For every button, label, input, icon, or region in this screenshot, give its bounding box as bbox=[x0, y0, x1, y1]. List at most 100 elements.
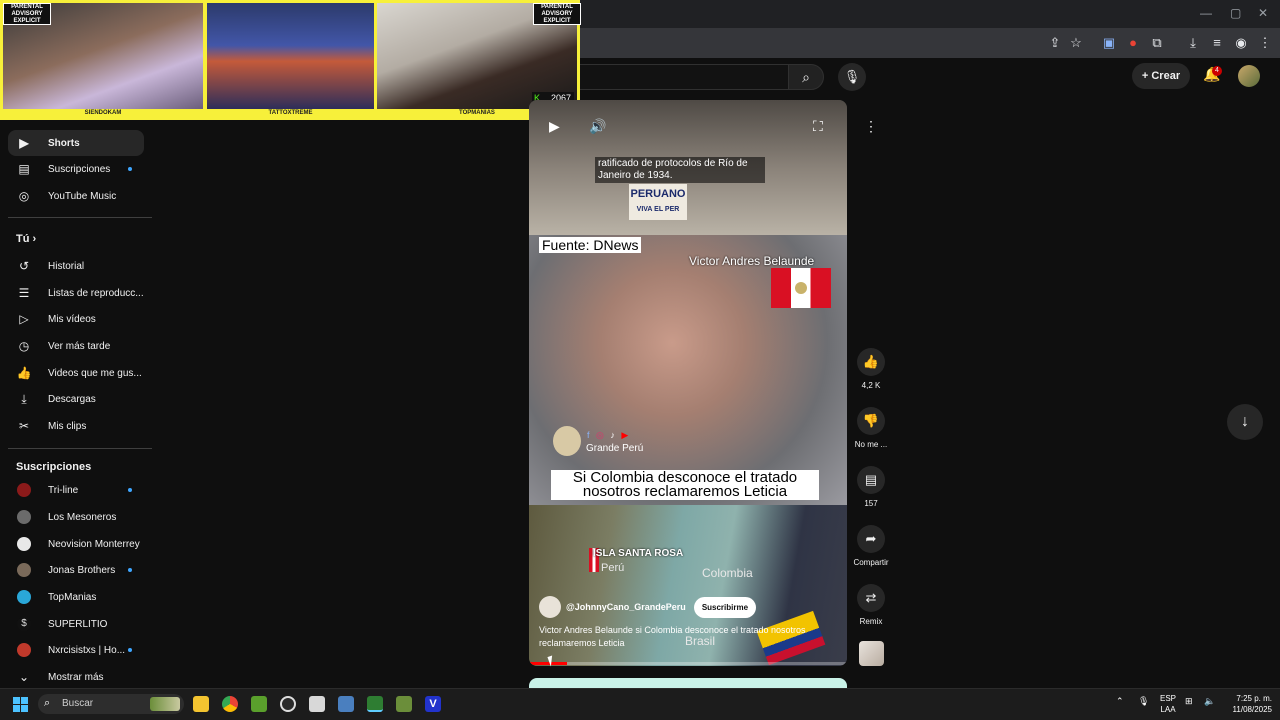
chevron-down-icon: ⌄ bbox=[18, 670, 30, 684]
history-icon: ↺ bbox=[18, 259, 30, 273]
sidebar: ▶ Shorts ▤ Suscripciones ◎ YouTube Music… bbox=[0, 120, 152, 688]
create-label: Crear bbox=[1151, 70, 1181, 82]
extension-record-icon[interactable]: ● bbox=[1124, 34, 1142, 52]
extensions-icon[interactable]: ⧉ bbox=[1148, 34, 1166, 52]
chrome-icon[interactable] bbox=[222, 696, 238, 712]
sidebar-item-label: Descargas bbox=[48, 393, 96, 405]
channel-row: @JohnnyCano_GrandePeru Suscribirme bbox=[539, 596, 757, 618]
sidebar-item-history[interactable]: ↺ Historial bbox=[8, 253, 144, 279]
sidebar-item-shorts[interactable]: ▶ Shorts bbox=[8, 130, 144, 156]
speaker-icon[interactable]: 🔈 bbox=[1204, 696, 1215, 707]
sidebar-item-youtube-music[interactable]: ◎ YouTube Music bbox=[8, 183, 144, 209]
more-options-icon[interactable]: ⋮ bbox=[860, 115, 882, 137]
sidebar-sub-neovision[interactable]: Neovision Monterrey bbox=[8, 531, 144, 557]
download-icon[interactable]: ⤓ bbox=[1184, 34, 1202, 52]
language-indicator[interactable]: ESP LAA bbox=[1160, 693, 1176, 715]
tray-chevron-up-icon[interactable]: ⌃ bbox=[1116, 696, 1124, 707]
network-icon[interactable]: ⊞ bbox=[1185, 696, 1193, 707]
profile-icon[interactable]: ◉ bbox=[1232, 34, 1250, 52]
sidebar-sub-nxrcisistxs[interactable]: Nxrcisistxs | Ho... bbox=[8, 637, 144, 663]
minecraft-icon[interactable] bbox=[251, 696, 267, 712]
sidebar-sub-superlitio[interactable]: $ SUPERLITIO bbox=[8, 611, 144, 637]
install-app-icon[interactable]: ⇪ bbox=[1046, 34, 1064, 52]
sidebar-divider bbox=[8, 217, 152, 218]
sidebar-item-label: Suscripciones bbox=[48, 163, 111, 175]
new-content-dot bbox=[128, 568, 132, 572]
sidebar-item-label: Shorts bbox=[48, 137, 80, 149]
channel-avatar[interactable] bbox=[539, 596, 561, 618]
sidebar-item-label: Ver más tarde bbox=[48, 340, 111, 352]
show-more-button[interactable]: ⌄ Mostrar más bbox=[8, 664, 144, 690]
microphone-icon[interactable]: 🎙 bbox=[1138, 696, 1149, 707]
sidebar-item-label: SUPERLITIO bbox=[48, 618, 108, 630]
next-video-button[interactable]: ↓ bbox=[1227, 404, 1263, 440]
sidebar-sub-los-mesoneros[interactable]: Los Mesoneros bbox=[8, 504, 144, 530]
sidebar-item-label: Historial bbox=[48, 260, 85, 272]
new-content-dot bbox=[128, 648, 132, 652]
subscribe-button[interactable]: Suscribirme bbox=[693, 596, 757, 618]
sound-thumbnail[interactable] bbox=[859, 641, 884, 666]
sidebar-item-clips[interactable]: ✂ Mis clips bbox=[8, 413, 144, 439]
sidebar-item-downloads[interactable]: ⤓ Descargas bbox=[8, 386, 144, 412]
remix-icon: ⇄ bbox=[857, 584, 885, 612]
shorts-video-player[interactable]: PERUANO VIVA EL PER ratificado de protoco… bbox=[529, 100, 847, 666]
parental-advisory-logo: PARENTAL ADVISORY EXPLICIT bbox=[533, 3, 581, 25]
comments-button[interactable]: ▤ 157 bbox=[851, 466, 891, 508]
sidebar-item-label: Videos que me gus... bbox=[48, 367, 142, 379]
close-icon[interactable]: ✕ bbox=[1258, 6, 1268, 20]
search-button[interactable]: ⌕ bbox=[788, 64, 824, 90]
search-input[interactable] bbox=[560, 64, 788, 90]
video-caption: ratificado de protocolos de Río de Janei… bbox=[595, 157, 765, 183]
app-g-icon[interactable] bbox=[280, 696, 296, 712]
channel-avatar bbox=[17, 510, 31, 524]
bookmark-star-icon[interactable]: ☆ bbox=[1067, 34, 1085, 52]
share-label: Compartir bbox=[853, 558, 889, 567]
share-button[interactable]: ➦ Compartir bbox=[851, 525, 891, 567]
progress-bar[interactable] bbox=[529, 662, 847, 665]
calculator-icon[interactable] bbox=[338, 696, 354, 712]
file-explorer-icon[interactable] bbox=[193, 696, 209, 712]
sidebar-item-subscriptions[interactable]: ▤ Suscripciones bbox=[8, 156, 144, 182]
brand-name: Grande Perú bbox=[586, 443, 644, 454]
create-button[interactable]: + Crear bbox=[1132, 63, 1190, 89]
play-icon[interactable]: ▶ bbox=[549, 118, 560, 135]
app-game-icon[interactable] bbox=[396, 696, 412, 712]
volume-icon[interactable]: 🔊 bbox=[589, 118, 606, 135]
media-control-icon[interactable]: ≡ bbox=[1208, 34, 1226, 52]
protest-sign: PERUANO VIVA EL PER bbox=[629, 184, 687, 220]
sidebar-item-watch-later[interactable]: ◷ Ver más tarde bbox=[8, 333, 144, 359]
app-v-icon[interactable]: V bbox=[425, 696, 441, 712]
account-avatar[interactable] bbox=[1238, 65, 1260, 87]
app-document-icon[interactable] bbox=[309, 696, 325, 712]
maximize-icon[interactable]: ▢ bbox=[1230, 6, 1241, 20]
shorts-icon: ▶ bbox=[19, 136, 29, 150]
map-label-peru: Perú bbox=[601, 562, 625, 574]
sidebar-item-my-videos[interactable]: ▷ Mis vídeos bbox=[8, 306, 144, 332]
system-clock[interactable]: 7:25 p. m. 11/08/2025 bbox=[1222, 693, 1272, 715]
next-short-preview[interactable] bbox=[529, 678, 847, 688]
channel-avatar bbox=[17, 643, 31, 657]
sidebar-item-liked-videos[interactable]: 👍 Videos que me gus... bbox=[8, 360, 144, 386]
channel-avatar bbox=[17, 590, 31, 604]
minimize-icon[interactable]: — bbox=[1200, 6, 1212, 20]
video-title[interactable]: Victor Andres Belaunde si Colombia desco… bbox=[539, 624, 839, 650]
sidebar-sub-tri-line[interactable]: Tri-line bbox=[8, 477, 144, 503]
sidebar-item-label: Tri-line bbox=[48, 484, 79, 496]
app-media-icon[interactable] bbox=[367, 696, 383, 712]
fullscreen-icon[interactable]: ⛶ bbox=[813, 118, 823, 135]
dislike-button[interactable]: 👎 No me ... bbox=[851, 407, 891, 449]
sidebar-sub-jonas-brothers[interactable]: Jonas Brothers bbox=[8, 557, 144, 583]
arrow-down-icon: ↓ bbox=[1241, 413, 1249, 430]
voice-search-button[interactable]: 🎙 bbox=[838, 63, 866, 91]
headline-banner: Si Colombia desconoce el tratado nosotro… bbox=[551, 470, 819, 500]
menu-kebab-icon[interactable]: ⋮ bbox=[1256, 34, 1274, 52]
sidebar-item-playlists[interactable]: ☰ Listas de reproducc... bbox=[8, 280, 144, 306]
you-heading[interactable]: Tú › bbox=[16, 233, 36, 245]
chevron-right-icon: › bbox=[32, 233, 37, 245]
sidebar-sub-topmanias[interactable]: TopManias bbox=[8, 584, 144, 610]
translate-icon[interactable]: ▣ bbox=[1100, 34, 1118, 52]
channel-name[interactable]: @JohnnyCano_GrandePeru bbox=[566, 602, 686, 612]
windows-start-icon[interactable] bbox=[13, 697, 29, 713]
remix-button[interactable]: ⇄ Remix bbox=[851, 584, 891, 626]
like-button[interactable]: 👍 4,2 K bbox=[851, 348, 891, 390]
